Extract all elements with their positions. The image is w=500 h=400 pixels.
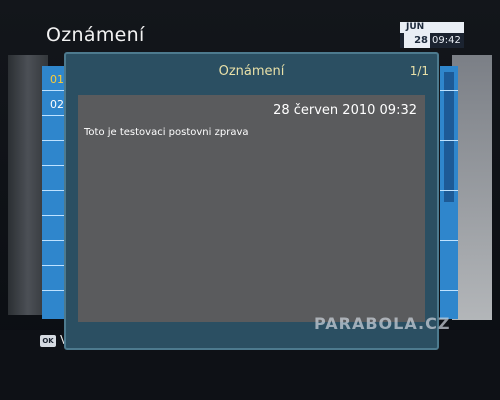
page-title: Oznámení [46,24,145,46]
scrollbar-thumb[interactable] [444,72,454,202]
message-box[interactable]: 28 červen 2010 09:32 Toto je testovaci p… [78,95,425,322]
clock-widget: JUN 28 09:42 [400,22,464,48]
watermark: PARABOLA.CZ [314,314,451,333]
screen: Oznámení JUN 28 09:42 01 02 OK V Oznámen… [0,0,500,400]
background-photo-right [452,55,492,320]
list-item-number[interactable]: 01 [50,73,64,86]
clock-time: 09:42 [432,35,461,46]
dialog-title: Oznámení [218,64,285,79]
notification-dialog[interactable]: Oznámení 1/1 28 červen 2010 09:32 Toto j… [64,52,439,350]
ok-key-icon: OK [40,335,56,347]
clock-day: 28 [404,33,430,48]
page-indicator: 1/1 [409,64,429,78]
clock-month: JUN [406,22,425,32]
list-item-number[interactable]: 02 [50,98,64,111]
message-date: 28 červen 2010 09:32 [273,103,417,118]
message-text: Toto je testovaci postovni zprava [84,127,249,138]
